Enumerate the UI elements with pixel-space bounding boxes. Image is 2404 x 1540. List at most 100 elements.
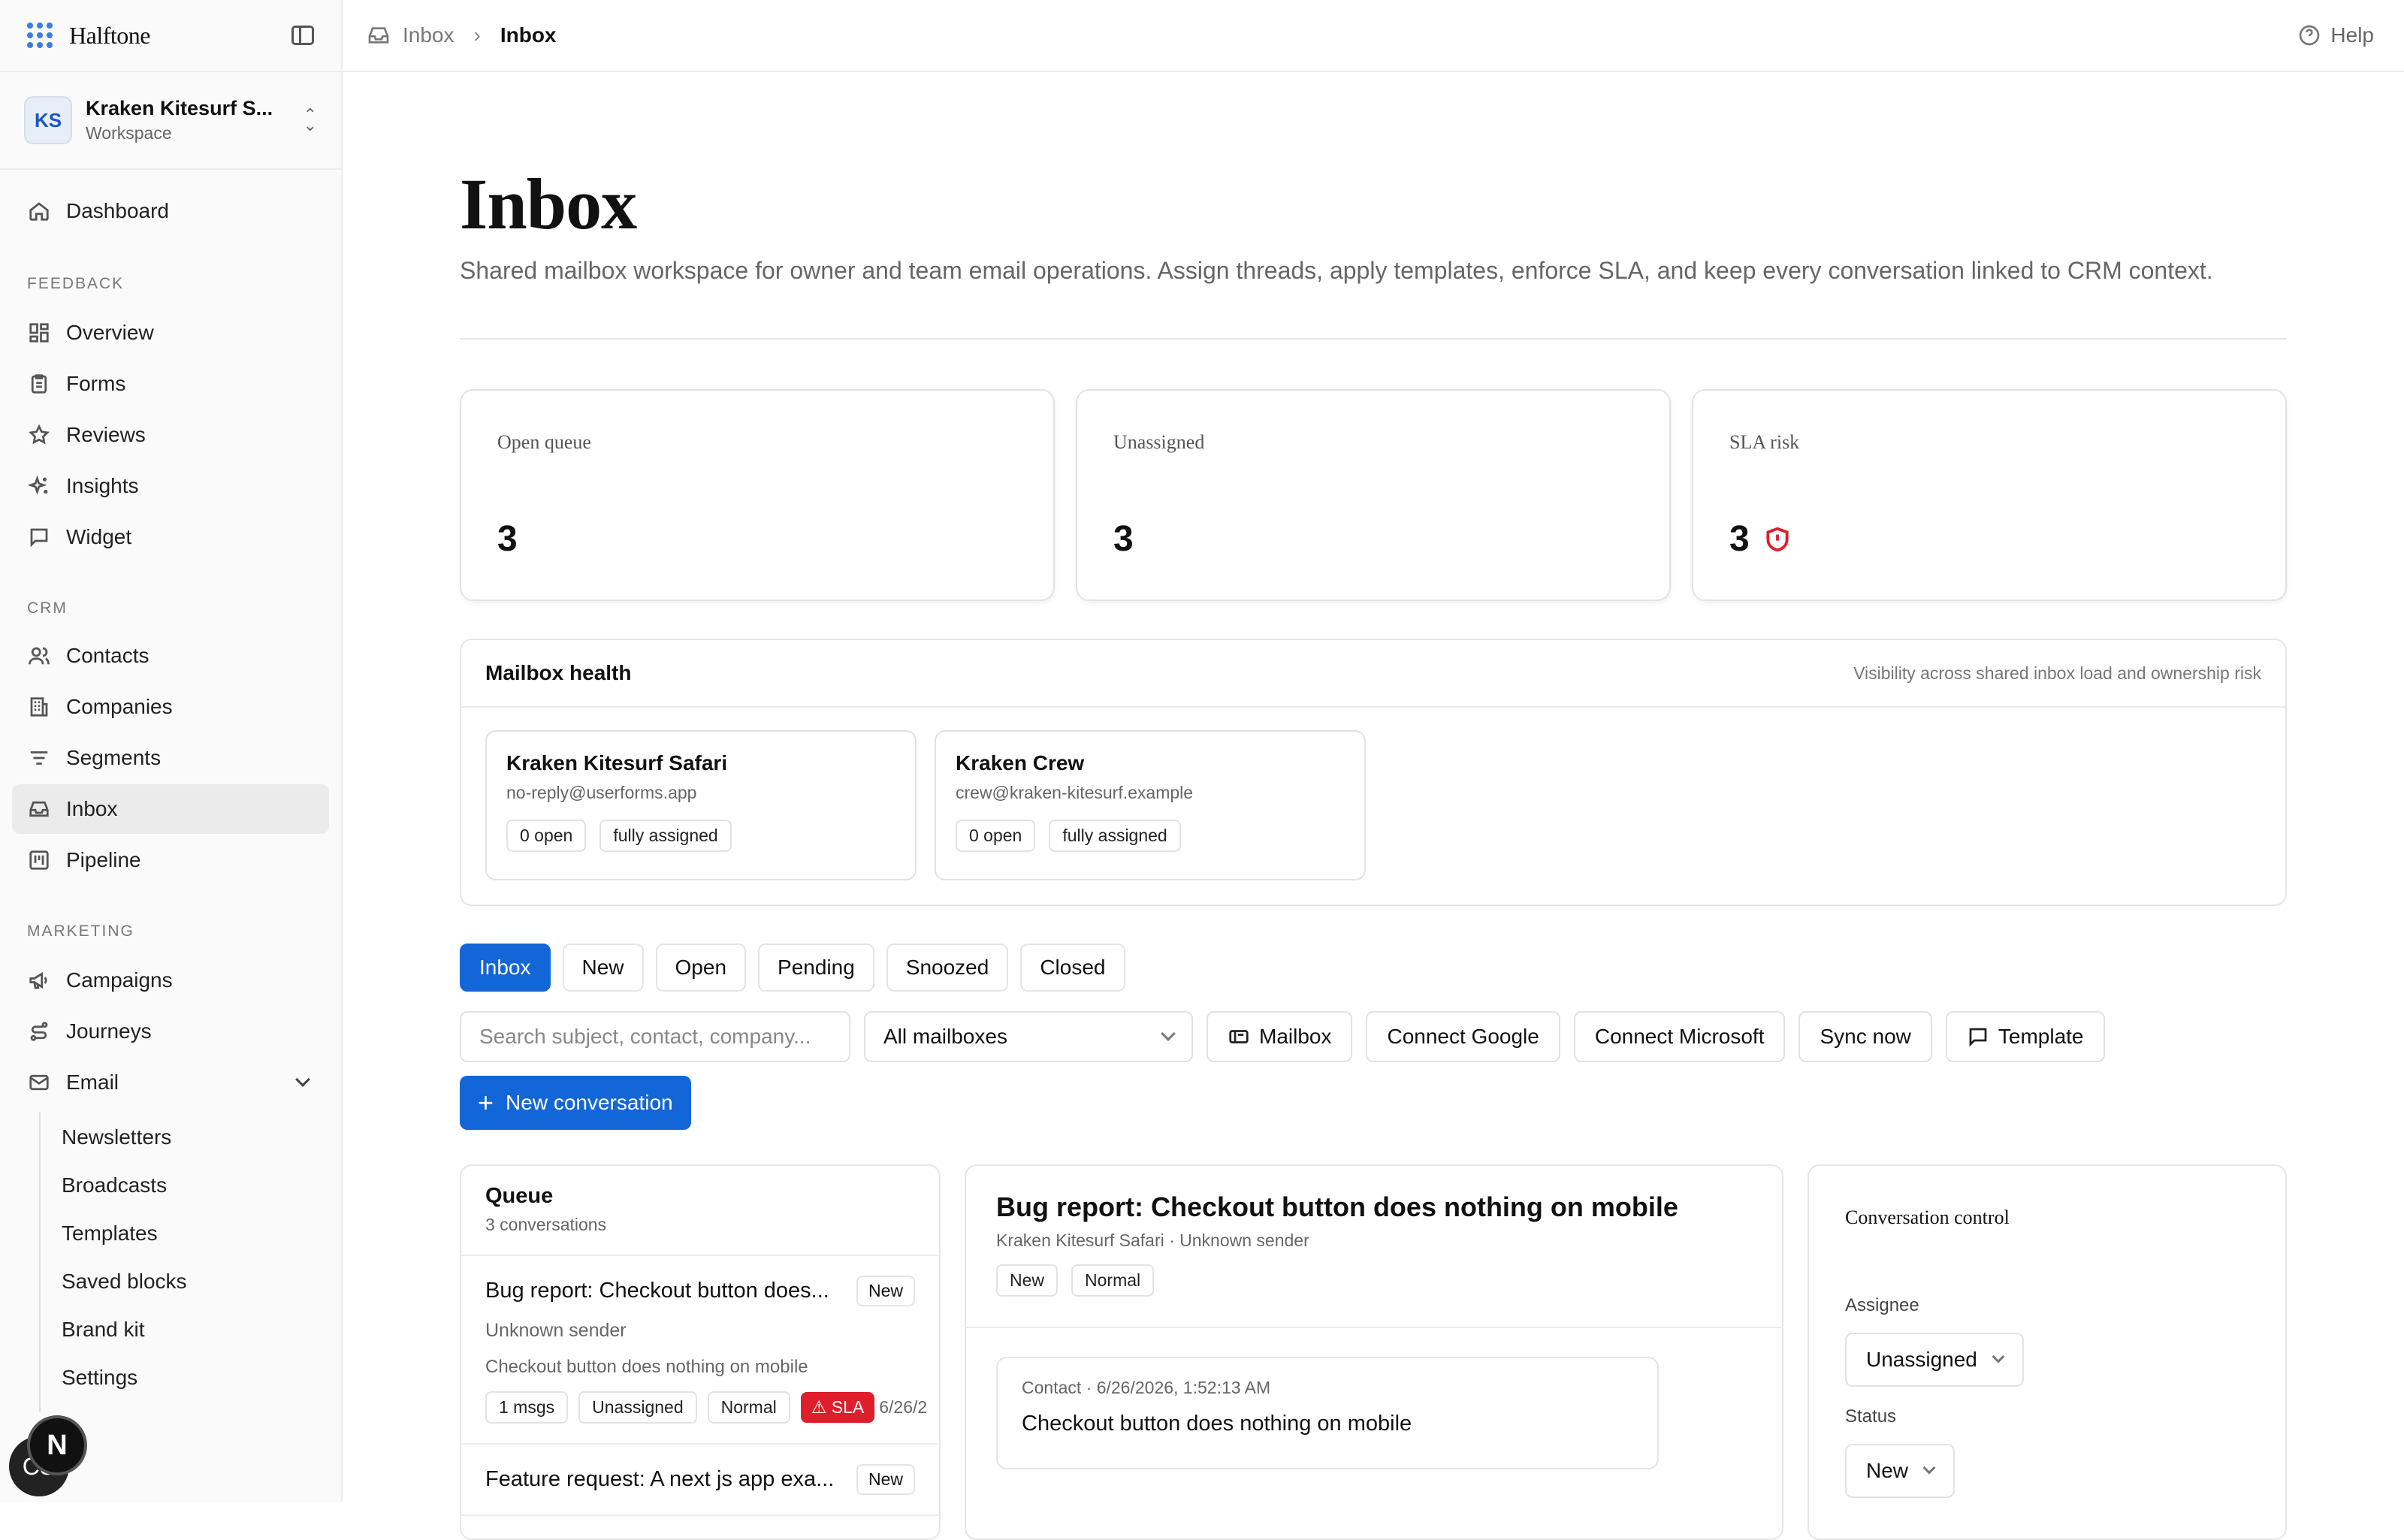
- sidebar-item-label: Journeys: [66, 1019, 152, 1043]
- tab-snoozed[interactable]: Snoozed: [886, 944, 1009, 992]
- mailbox-health-header: Mailbox health Visibility across shared …: [461, 640, 2285, 708]
- sidebar-sub-brand-kit[interactable]: Brand kit: [62, 1318, 145, 1342]
- sidebar-item-dashboard[interactable]: Dashboard: [12, 186, 329, 236]
- mailbox-email: crew@kraken-kitesurf.example: [956, 783, 1194, 802]
- conversation-control-panel: Conversation control Assignee Unassigned…: [1808, 1164, 2287, 1540]
- sidebar-item-label: Campaigns: [66, 968, 173, 992]
- assignment-status-badge: fully assigned: [1049, 820, 1181, 852]
- dev-tools-button[interactable]: N: [27, 1415, 87, 1475]
- users-icon: [27, 644, 51, 668]
- sidebar-sub-saved-blocks[interactable]: Saved blocks: [62, 1270, 187, 1294]
- mailbox-select-value: All mailboxes: [883, 1025, 1007, 1048]
- page-title: Inbox: [460, 164, 637, 244]
- tab-pending[interactable]: Pending: [758, 944, 874, 992]
- status-select-value: New: [1866, 1459, 1909, 1482]
- sidebar-item-reviews[interactable]: Reviews: [12, 410, 329, 460]
- tab-open[interactable]: Open: [655, 944, 747, 992]
- conversation-subject: Feature request: A next js app exa...: [485, 1467, 835, 1491]
- assignee-select-value: Unassigned: [1866, 1348, 1977, 1371]
- tab-new[interactable]: New: [562, 944, 644, 992]
- mailbox-button[interactable]: Mailbox: [1207, 1011, 1353, 1062]
- building-icon: [27, 695, 51, 719]
- mailbox-card[interactable]: Kraken Kitesurf Safari no-reply@userform…: [485, 730, 917, 880]
- list-item[interactable]: Bug report: Checkout button does... New …: [461, 1256, 939, 1445]
- chevron-down-icon: [1922, 1461, 1936, 1475]
- stat-sla-risk: SLA risk 3: [1692, 389, 2287, 601]
- sidebar-sub-newsletters[interactable]: Newsletters: [62, 1125, 171, 1149]
- connect-microsoft-button[interactable]: Connect Microsoft: [1573, 1011, 1786, 1062]
- sidebar-item-contacts[interactable]: Contacts: [12, 631, 329, 681]
- sidebar-item-email[interactable]: Email: [12, 1058, 329, 1107]
- conversation-header: Bug report: Checkout button does nothing…: [966, 1166, 1782, 1328]
- connect-google-button[interactable]: Connect Google: [1366, 1011, 1560, 1062]
- mailbox-card[interactable]: Kraken Crew crew@kraken-kitesurf.example…: [935, 730, 1366, 880]
- sidebar-item-label: Email: [66, 1070, 119, 1094]
- tab-closed[interactable]: Closed: [1020, 944, 1125, 992]
- conversation-preview: Checkout button does nothing on mobile: [485, 1357, 808, 1377]
- status-badge: New: [856, 1276, 915, 1306]
- status-badge: New: [856, 1464, 915, 1495]
- alert-triangle-icon: ⚠: [811, 1397, 827, 1417]
- mailbox-select[interactable]: All mailboxes: [864, 1011, 1193, 1062]
- section-crm: CRM: [27, 599, 68, 617]
- new-conversation-button[interactable]: + New conversation: [460, 1076, 691, 1130]
- conversation-date: 6/26/2: [879, 1397, 928, 1417]
- template-button[interactable]: Template: [1945, 1011, 2105, 1062]
- tab-inbox[interactable]: Inbox: [460, 944, 551, 992]
- sidebar-item-segments[interactable]: Segments: [12, 733, 329, 783]
- sidebar-item-inbox[interactable]: Inbox: [12, 784, 329, 834]
- conversation-subject: Bug report: Checkout button does...: [485, 1279, 829, 1303]
- sidebar-item-label: Insights: [66, 474, 139, 497]
- stat-open-queue: Open queue 3: [460, 389, 1055, 601]
- mailbox-email: no-reply@userforms.app: [506, 783, 697, 802]
- megaphone-icon: [27, 968, 51, 992]
- sidebar-sub-settings[interactable]: Settings: [62, 1366, 137, 1390]
- sidebar-item-campaigns[interactable]: Campaigns: [12, 956, 329, 1005]
- sidebar-item-companies[interactable]: Companies: [12, 682, 329, 732]
- sidebar-item-journeys[interactable]: Journeys: [12, 1007, 329, 1056]
- sidebar-item-overview[interactable]: Overview: [12, 308, 329, 358]
- queue-title: Queue: [485, 1184, 554, 1208]
- chevron-down-icon: [1161, 1026, 1176, 1041]
- sidebar-sub-broadcasts[interactable]: Broadcasts: [62, 1173, 167, 1197]
- sidebar-item-label: Pipeline: [66, 848, 141, 871]
- list-item[interactable]: Feature request: A next js app exa... Ne…: [461, 1445, 939, 1516]
- mail-icon: [27, 1070, 51, 1095]
- status-select[interactable]: New: [1845, 1444, 1956, 1498]
- sidebar-item-label: Dashboard: [66, 199, 169, 222]
- help-button[interactable]: Help: [2297, 23, 2374, 47]
- workspace-switcher[interactable]: KS Kraken Kitesurf S... Workspace ⌃ ⌄: [0, 72, 341, 170]
- workspace-name: Kraken Kitesurf S...: [86, 97, 273, 119]
- sidebar-item-widget[interactable]: Widget: [12, 512, 329, 562]
- stat-value-row: 3: [1729, 518, 2249, 560]
- toggle-sidebar-icon[interactable]: [291, 26, 314, 45]
- mailbox-health-panel: Mailbox health Visibility across shared …: [460, 639, 2287, 906]
- clipboard-icon: [27, 372, 51, 396]
- page-subtitle: Shared mailbox workspace for owner and t…: [460, 257, 2213, 284]
- stat-value: 3: [1729, 519, 1750, 559]
- message-count-badge: 1 msgs: [485, 1391, 569, 1424]
- sidebar-item-pipeline[interactable]: Pipeline: [12, 835, 329, 885]
- stat-unassigned: Unassigned 3: [1076, 389, 1671, 601]
- kanban-icon: [27, 848, 51, 872]
- sync-now-button[interactable]: Sync now: [1798, 1011, 1932, 1062]
- assignment-status-badge: fully assigned: [599, 820, 732, 852]
- conversation-detail: Bug report: Checkout button does nothing…: [965, 1164, 1783, 1540]
- sidebar-item-label: Forms: [66, 372, 126, 395]
- section-feedback: FEEDBACK: [27, 275, 125, 292]
- message-square-icon: [1969, 1028, 1987, 1047]
- mailbox-health-note: Visibility across shared inbox load and …: [1853, 663, 2261, 683]
- sidebar-item-forms[interactable]: Forms: [12, 359, 329, 409]
- chevron-right-icon: ›: [473, 23, 481, 47]
- control-title: Conversation control: [1845, 1206, 2010, 1228]
- top-bar: Inbox › Inbox Help: [343, 0, 2404, 72]
- sidebar-item-label: Widget: [66, 525, 132, 548]
- queue-panel: Queue 3 conversations Bug report: Checko…: [460, 1164, 941, 1540]
- status-label: Status: [1845, 1406, 1897, 1427]
- sidebar-item-insights[interactable]: Insights: [12, 461, 329, 511]
- sidebar-sub-templates[interactable]: Templates: [62, 1221, 158, 1246]
- assignee-select[interactable]: Unassigned: [1845, 1333, 2024, 1387]
- breadcrumb-root[interactable]: Inbox: [403, 23, 455, 47]
- search-input[interactable]: Search subject, contact, company...: [460, 1011, 850, 1062]
- sidebar-item-label: Overview: [66, 321, 154, 344]
